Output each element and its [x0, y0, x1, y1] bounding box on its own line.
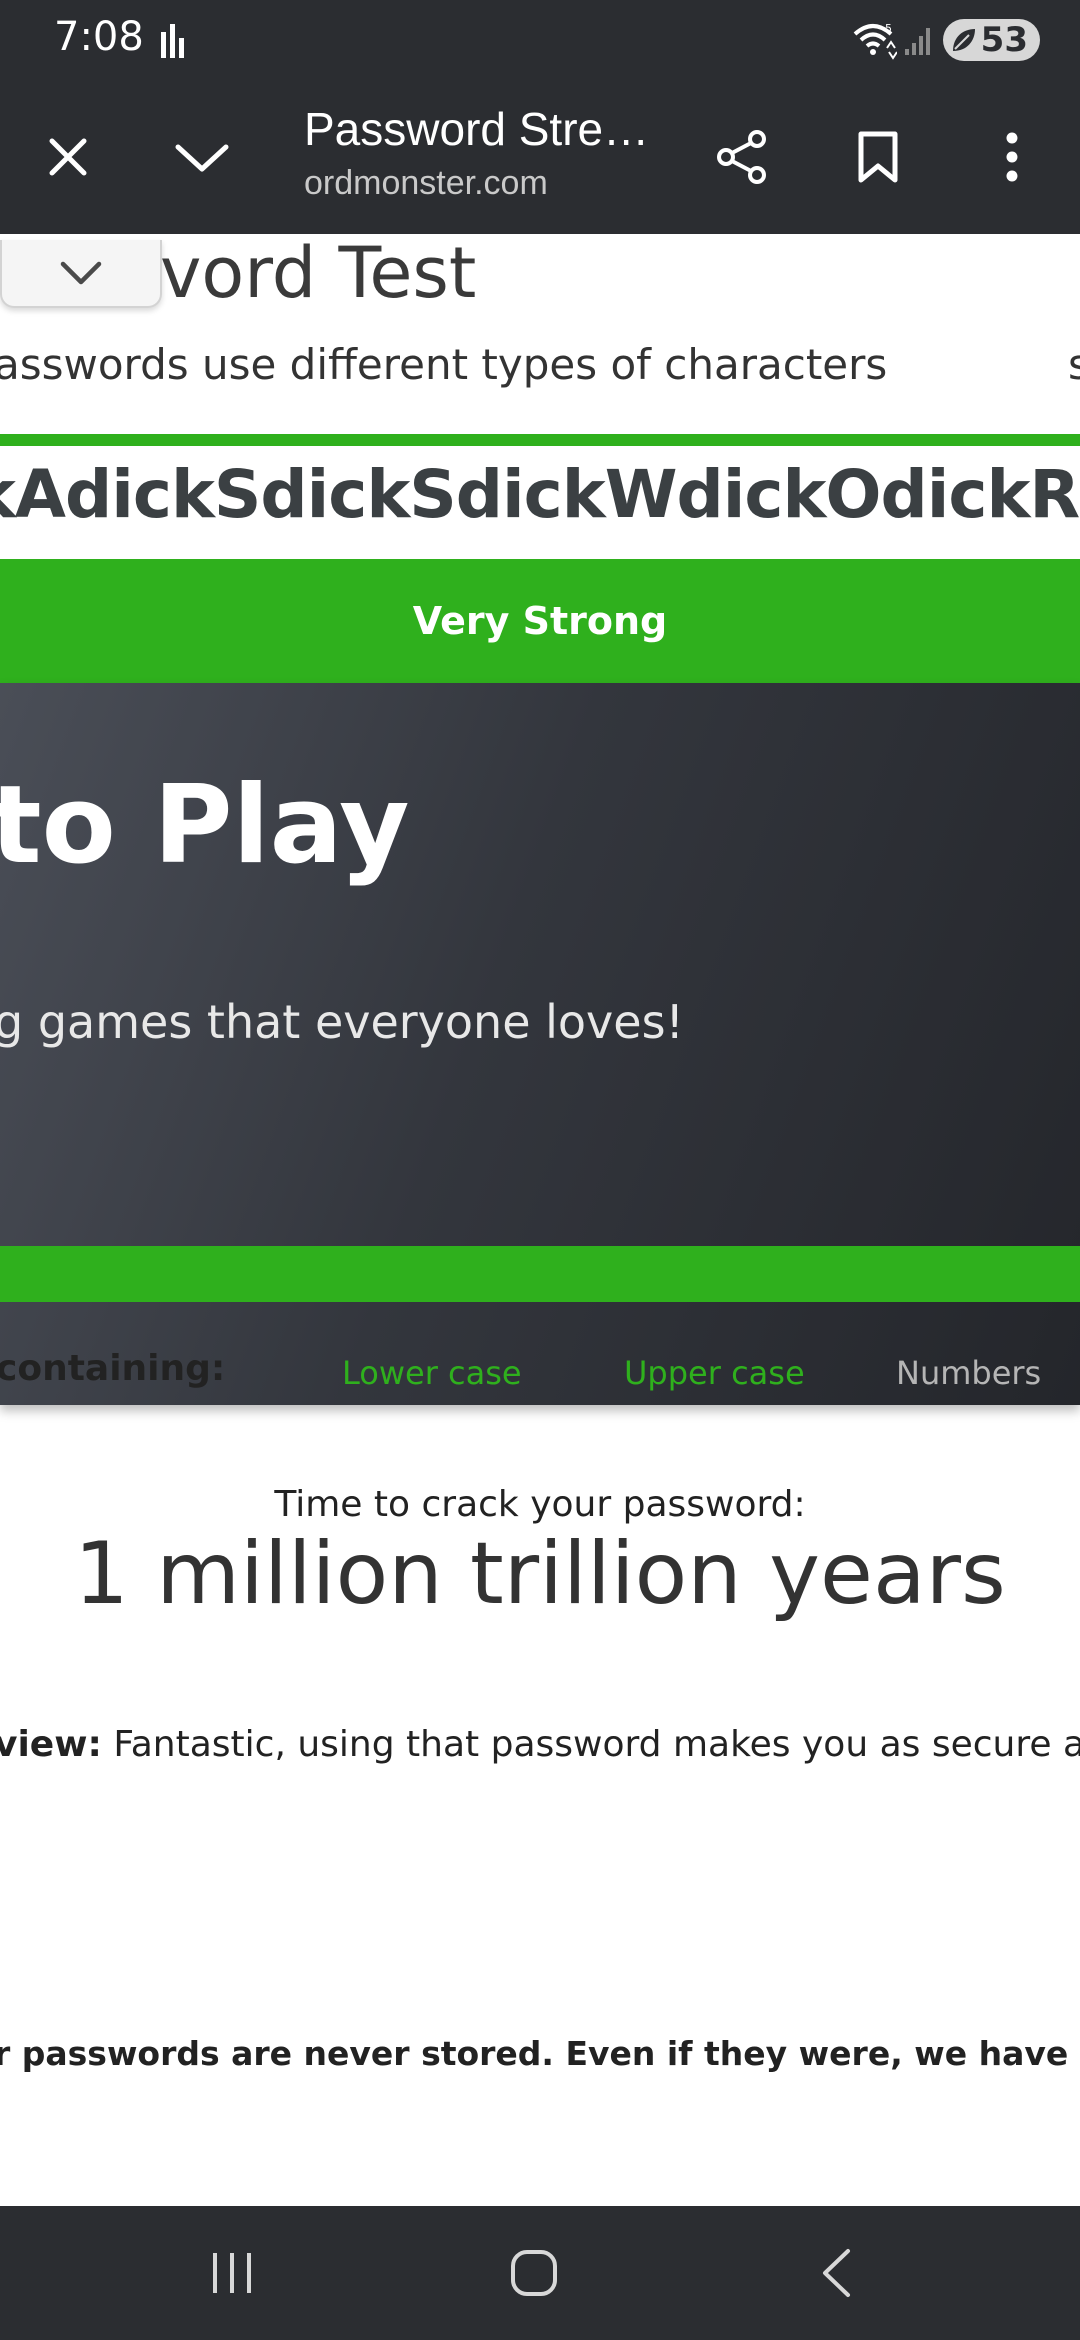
recents-button[interactable] [152, 2206, 312, 2340]
page-url: ordmonster.com [304, 164, 548, 202]
signal-icon [904, 28, 930, 55]
page-subtitle: asswords use different types of characte… [0, 340, 888, 389]
review-text: Fantastic, using that password makes you… [113, 1724, 1080, 1765]
browser-toolbar: Password Stre… ordmonster.com [0, 80, 1080, 234]
activity-icon [161, 24, 184, 58]
back-icon [823, 2249, 850, 2297]
wifi-icon: 5 [853, 22, 897, 60]
bookmark-button[interactable] [818, 80, 938, 234]
web-content: vord Test asswords use different types o… [0, 234, 1080, 2206]
password-input[interactable]: kAdickSdickSdickWdickOdickRdickD [0, 456, 1080, 533]
more-vert-icon [1006, 132, 1018, 182]
char-type-lowercase: Lower case [342, 1354, 522, 1392]
chevron-down-icon [175, 144, 229, 172]
share-icon [717, 130, 766, 184]
share-button[interactable] [682, 80, 802, 234]
close-icon [49, 138, 87, 176]
more-options-button[interactable] [952, 80, 1072, 234]
review-line: view: Fantastic, using that password mak… [0, 1724, 1080, 1765]
chevron-down-icon [60, 261, 102, 285]
battery-level: 53 [980, 20, 1028, 60]
minimize-button[interactable] [142, 80, 262, 234]
status-indicators: 5 53 [851, 18, 1040, 62]
collapse-toggle[interactable] [0, 240, 162, 308]
home-button[interactable] [454, 2206, 614, 2340]
recents-icon [213, 2253, 251, 2293]
close-tab-button[interactable] [8, 80, 128, 234]
review-label: view: [0, 1724, 102, 1765]
bookmark-icon [858, 131, 898, 183]
containing-label: containing: [0, 1348, 226, 1389]
crack-time-value: 1 million trillion years [74, 1524, 1006, 1624]
network-label: 5 [885, 22, 892, 35]
leaf-icon [952, 29, 975, 51]
status-bar: 7:08 5 53 [0, 0, 1080, 80]
system-nav-bar [0, 2206, 1080, 2340]
back-button[interactable] [756, 2206, 916, 2340]
page-title: Password Stre… [304, 103, 650, 155]
char-type-numbers: Numbers [896, 1354, 1042, 1392]
page-subtitle-continued: s [1068, 340, 1080, 389]
page-info[interactable]: Password Stre… ordmonster.com [304, 102, 664, 203]
input-border [0, 434, 1080, 446]
char-type-uppercase: Upper case [624, 1354, 805, 1392]
strength-label: Very Strong [412, 599, 668, 643]
battery-indicator: 53 [942, 19, 1040, 61]
privacy-disclaimer: r passwords are never stored. Even if th… [0, 2034, 1080, 2073]
home-icon [511, 2250, 557, 2296]
promo-title: to Play [0, 763, 410, 888]
crack-time-label: Time to crack your password: [274, 1484, 806, 1525]
page-heading: vord Test [160, 234, 477, 314]
result-divider [0, 1246, 1080, 1302]
promo-subtitle: g games that everyone loves! [0, 995, 684, 1049]
strength-meter: Very Strong [0, 559, 1080, 683]
status-time: 7:08 [54, 14, 144, 60]
